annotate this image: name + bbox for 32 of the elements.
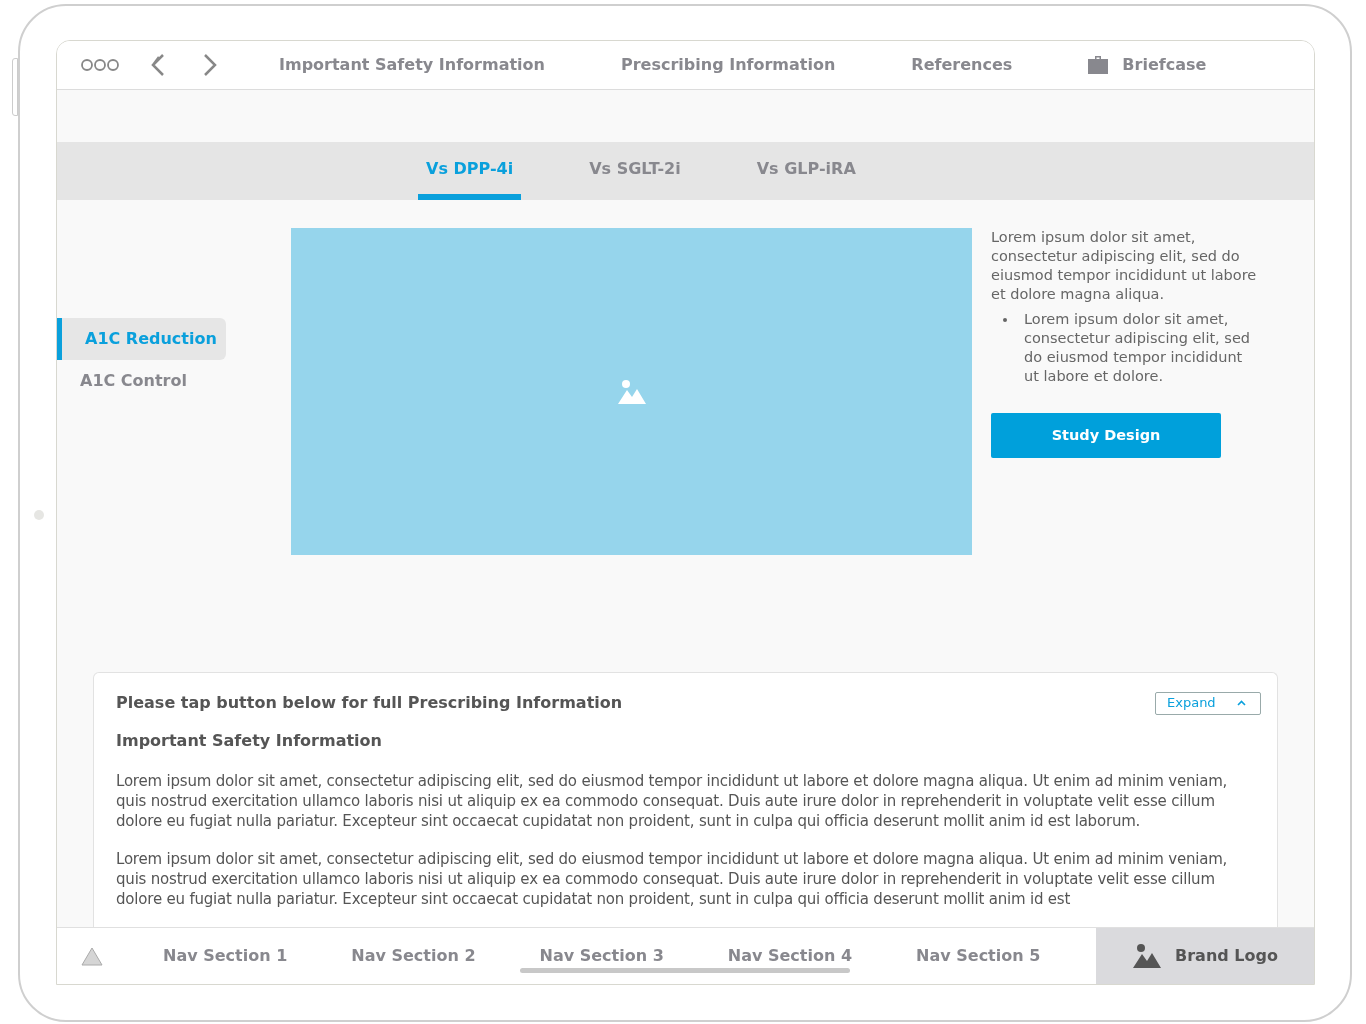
tab[interactable]: Vs GLP-iRA	[748, 142, 864, 200]
back-icon[interactable]	[149, 53, 167, 77]
briefcase-icon[interactable]	[1088, 56, 1109, 74]
chevron-up-icon	[1237, 700, 1246, 706]
top-nav-link[interactable]: References	[911, 53, 1013, 77]
bullet-icon	[1003, 318, 1007, 322]
isi-paragraph: Lorem ipsum dolor sit amet, consectetur adipiscing elit, sed do eiusmod tempor incididunt ut labore et dolore magna aliqua. Ut enim ad minim veniam, quis nostrud exercitation ullamco laboris nisi ut aliquip ex ea commodo consequat. Duis aute irure dolor in reprehenderit in voluptate velit esse cillum dolore eu fugiat nulla pariatur. Excepteur sint occaecat cupidatat non proident, sunt in culpa qui officia deserunt mollit anim id est laborum.	[116, 771, 1229, 831]
tab[interactable]: Vs SGLT-2i	[581, 142, 689, 200]
description-text: Lorem ipsum dolor sit amet, consectetur adipiscing elit, sed do eiusmod tempor incididunt ut labore et dolore magna aliqua.	[991, 228, 1257, 304]
top-nav-link[interactable]: Prescribing Information	[620, 53, 836, 77]
sidebar-item[interactable]: A1C Reduction	[57, 318, 226, 360]
bottom-nav-link[interactable]: Nav Section 1	[163, 944, 288, 968]
isi-header: Please tap button below for full Prescribing Information	[116, 692, 623, 714]
sidebar-item[interactable]: A1C Control	[57, 360, 226, 402]
warning-icon[interactable]	[81, 946, 103, 966]
bottom-nav-link[interactable]: Nav Section 2	[351, 944, 476, 968]
isi-title: Important Safety Information	[116, 730, 383, 752]
image-icon	[1133, 944, 1161, 968]
bottom-nav-link[interactable]: Nav Section 4	[727, 944, 853, 968]
tab[interactable]: Vs DPP-4i	[418, 142, 522, 200]
isi-paragraph: Lorem ipsum dolor sit amet, consectetur adipiscing elit, sed do eiusmod tempor incididunt ut labore et dolore magna aliqua. Ut enim ad minim veniam, quis nostrud exercitation ullamco laboris nisi ut aliquip ex ea commodo consequat. Duis aute irure dolor in reprehenderit in voluptate velit esse cillum dolore eu fugiat nulla pariatur. Excepteur sint occaecat cupidatat non proident, sunt in culpa qui officia deserunt mollit anim id est	[116, 849, 1229, 909]
expand-button[interactable]: Expand	[1155, 691, 1261, 715]
briefcase-link[interactable]: Briefcase	[1122, 53, 1207, 77]
study-design-button[interactable]: Study Design	[991, 413, 1221, 458]
top-nav-link[interactable]: Important Safety Information	[279, 53, 545, 77]
brand-logo-text: Brand Logo	[1175, 945, 1278, 967]
image-icon	[617, 379, 646, 404]
bottom-nav-link[interactable]: Nav Section 3	[539, 944, 664, 968]
more-icon[interactable]	[81, 58, 119, 72]
bullet-text: Lorem ipsum dolor sit amet, consectetur adipiscing elit, sed do eiusmod tempor incididunt ut labore et dolore.	[1024, 310, 1251, 386]
forward-icon[interactable]	[201, 53, 219, 77]
bottom-nav-link[interactable]: Nav Section 5	[916, 944, 1041, 968]
